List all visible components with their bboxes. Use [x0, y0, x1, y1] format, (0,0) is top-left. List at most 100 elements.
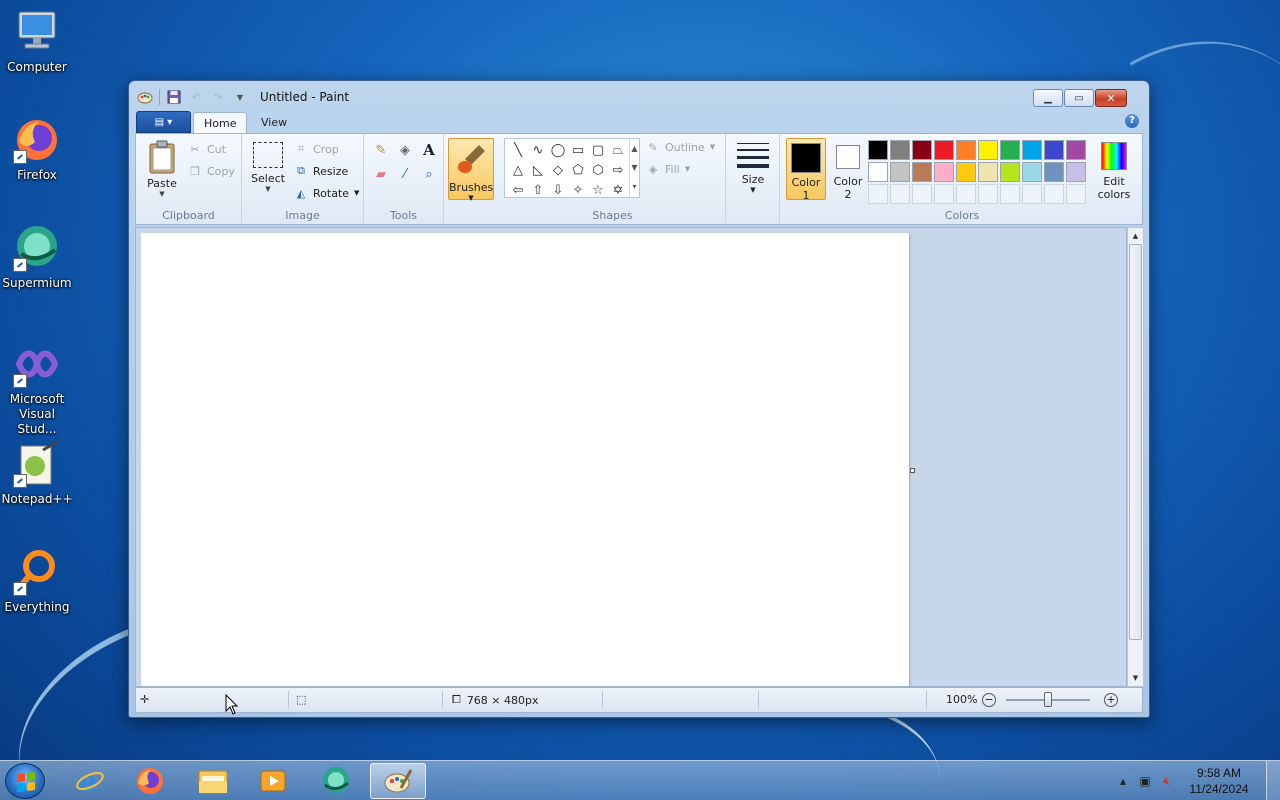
volume-muted-icon[interactable]: 🔇︎ — [1156, 774, 1178, 789]
left-arrow-shape-icon[interactable]: ⇦ — [508, 181, 528, 200]
size-button[interactable]: Size ▼ — [732, 140, 774, 194]
rounded-rectangle-shape-icon[interactable]: ▢ — [588, 141, 608, 160]
undo-icon[interactable]: ↶ — [188, 89, 204, 105]
color-picker-icon[interactable]: ⁄ — [394, 164, 416, 184]
taskbar-media-player[interactable] — [245, 763, 301, 799]
scroll-up-icon[interactable]: ▲ — [1128, 228, 1143, 244]
outline-button[interactable]: ✎ Outline ▼ — [646, 140, 715, 154]
zoom-slider-thumb[interactable] — [1044, 692, 1052, 707]
six-point-star-shape-icon[interactable]: ✡ — [608, 181, 628, 200]
zoom-out-button[interactable]: − — [982, 693, 996, 707]
palette-color-swatch[interactable] — [978, 140, 998, 160]
palette-custom-color-slot[interactable] — [1000, 184, 1020, 204]
network-icon[interactable]: ▣ — [1134, 774, 1156, 788]
redo-icon[interactable]: ↷ — [210, 89, 226, 105]
shapes-scrollbar[interactable]: ▲ ▼ ▾ — [629, 139, 639, 197]
pentagon-shape-icon[interactable]: ⬠ — [568, 161, 588, 180]
copy-button[interactable]: ❐ Copy — [188, 164, 235, 178]
minimize-button[interactable]: ▁ — [1033, 89, 1063, 107]
palette-color-swatch[interactable] — [890, 162, 910, 182]
drawing-canvas[interactable] — [141, 233, 909, 686]
palette-custom-color-slot[interactable] — [934, 184, 954, 204]
palette-color-swatch[interactable] — [1000, 140, 1020, 160]
fill-bucket-icon[interactable]: ◈ — [394, 140, 416, 160]
color1-button[interactable]: Color 1 — [786, 138, 826, 202]
paste-button[interactable]: Paste ▼ — [142, 140, 182, 198]
desktop-icon-visual-studio[interactable]: Microsoft Visual Stud... — [0, 340, 74, 437]
taskbar-file-explorer[interactable] — [185, 763, 241, 799]
four-point-star-shape-icon[interactable]: ✧ — [568, 181, 588, 200]
title-bar[interactable]: ↶ ↷ ▼ Untitled - Paint ▁ ▭ ✕ — [129, 81, 1149, 111]
select-button[interactable]: Select ▼ — [248, 140, 288, 193]
magnifier-icon[interactable]: ⌕ — [418, 164, 440, 184]
line-shape-icon[interactable]: ╲ — [508, 141, 528, 160]
color2-button[interactable]: Color 2 — [828, 138, 868, 201]
palette-custom-color-slot[interactable] — [1044, 184, 1064, 204]
palette-color-swatch[interactable] — [890, 140, 910, 160]
desktop-icon-firefox[interactable]: Firefox — [0, 116, 74, 183]
rotate-button[interactable]: ◭ Rotate ▼ — [294, 186, 360, 200]
zoom-in-button[interactable]: + — [1104, 693, 1118, 707]
palette-color-swatch[interactable] — [1066, 140, 1086, 160]
down-arrow-shape-icon[interactable]: ⇩ — [548, 181, 568, 200]
cut-button[interactable]: ✂ Cut — [188, 142, 226, 156]
palette-color-swatch[interactable] — [956, 162, 976, 182]
palette-custom-color-slot[interactable] — [1066, 184, 1086, 204]
chevron-down-icon[interactable]: ▼ — [630, 158, 639, 177]
hexagon-shape-icon[interactable]: ⬡ — [588, 161, 608, 180]
scroll-thumb[interactable] — [1129, 244, 1142, 640]
curve-shape-icon[interactable]: ∿ — [528, 141, 548, 160]
show-hidden-icons-chevron-icon[interactable]: ▴ — [1112, 774, 1134, 788]
taskbar-firefox[interactable] — [122, 763, 178, 799]
vertical-scrollbar[interactable]: ▲ ▼ — [1127, 227, 1144, 687]
brushes-button[interactable]: Brushes ▼ — [448, 138, 494, 202]
palette-color-swatch[interactable] — [978, 162, 998, 182]
palette-color-swatch[interactable] — [1022, 140, 1042, 160]
paste-dropdown-icon[interactable]: ▼ — [142, 190, 182, 198]
show-desktop-button[interactable] — [1266, 761, 1280, 800]
palette-color-swatch[interactable] — [934, 162, 954, 182]
desktop-icon-notepadpp[interactable]: Notepad++ — [0, 440, 74, 507]
maximize-button[interactable]: ▭ — [1064, 89, 1094, 107]
paint-menu-button[interactable]: ▤ ▾ — [136, 111, 191, 133]
crop-button[interactable]: ⌗ Crop — [294, 142, 339, 156]
resize-button[interactable]: ⧉ Resize — [294, 164, 348, 178]
close-button[interactable]: ✕ — [1095, 89, 1127, 107]
desktop-icon-everything[interactable]: Everything — [0, 548, 74, 615]
scroll-down-icon[interactable]: ▼ — [1128, 670, 1143, 686]
desktop-icon-computer[interactable]: Computer — [0, 8, 74, 75]
diamond-shape-icon[interactable]: ◇ — [548, 161, 568, 180]
palette-custom-color-slot[interactable] — [978, 184, 998, 204]
palette-color-swatch[interactable] — [912, 162, 932, 182]
palette-color-swatch[interactable] — [1044, 140, 1064, 160]
canvas-resize-handle-right[interactable] — [910, 468, 915, 473]
palette-color-swatch[interactable] — [912, 140, 932, 160]
customize-qat-chevron-icon[interactable]: ▼ — [232, 89, 248, 105]
edit-colors-button[interactable]: Edit colors — [1092, 138, 1136, 201]
palette-color-swatch[interactable] — [868, 162, 888, 182]
palette-custom-color-slot[interactable] — [868, 184, 888, 204]
chevron-up-icon[interactable]: ▲ — [630, 139, 639, 158]
text-tool-icon[interactable]: A — [418, 140, 440, 160]
save-icon[interactable] — [166, 89, 182, 105]
eraser-icon[interactable]: ▰ — [370, 164, 392, 184]
palette-color-swatch[interactable] — [956, 140, 976, 160]
palette-custom-color-slot[interactable] — [890, 184, 910, 204]
desktop-icon-supermium[interactable]: Supermium — [0, 224, 74, 291]
select-dropdown-icon[interactable]: ▼ — [248, 185, 288, 193]
start-button[interactable] — [5, 763, 45, 799]
palette-color-swatch[interactable] — [1022, 162, 1042, 182]
palette-color-swatch[interactable] — [1044, 162, 1064, 182]
taskbar-paint[interactable] — [370, 763, 426, 799]
palette-custom-color-slot[interactable] — [956, 184, 976, 204]
up-arrow-shape-icon[interactable]: ⇧ — [528, 181, 548, 200]
rectangle-shape-icon[interactable]: ▭ — [568, 141, 588, 160]
palette-color-swatch[interactable] — [1000, 162, 1020, 182]
palette-color-swatch[interactable] — [868, 140, 888, 160]
pencil-icon[interactable]: ✎ — [370, 140, 392, 160]
taskbar-internet-explorer[interactable]: e — [62, 763, 118, 799]
five-point-star-shape-icon[interactable]: ☆ — [588, 181, 608, 200]
palette-custom-color-slot[interactable] — [912, 184, 932, 204]
palette-color-swatch[interactable] — [934, 140, 954, 160]
paint-app-icon[interactable] — [137, 89, 153, 105]
